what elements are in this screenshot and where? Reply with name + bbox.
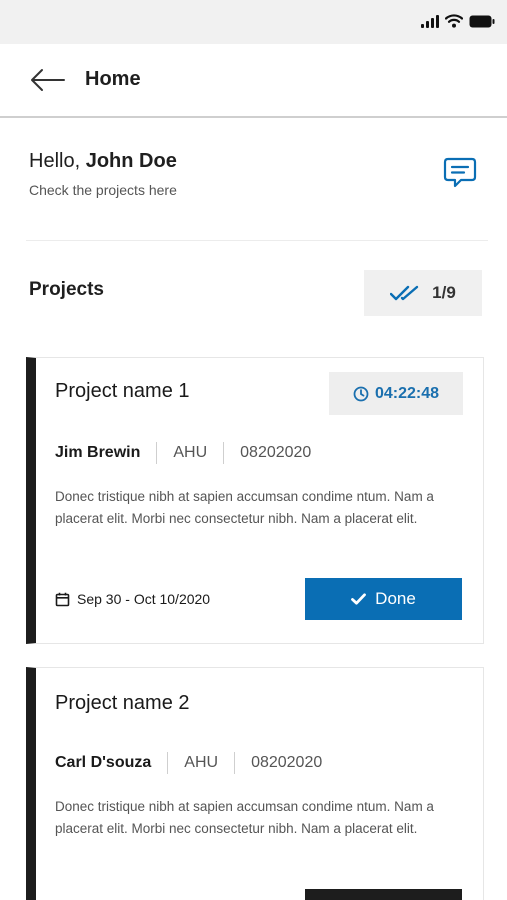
- projects-count-badge[interactable]: 1/9: [364, 270, 482, 316]
- divider: [26, 240, 488, 241]
- meta-separator: [156, 442, 158, 464]
- project-action-button[interactable]: [305, 889, 462, 900]
- greeting-hello: Hello,: [29, 150, 81, 172]
- project-card[interactable]: Project name 1 04:22:48 Jim Brewin AHU 0…: [26, 357, 484, 644]
- project-type: AHU: [173, 444, 208, 461]
- greeting: Hello, John Doe: [29, 150, 177, 173]
- meta-separator: [234, 752, 236, 774]
- battery-icon: [469, 15, 495, 27]
- project-card[interactable]: Project name 2 Carl D'souza AHU 08202020…: [26, 667, 484, 900]
- clock-icon: [353, 386, 369, 401]
- done-label: Done: [375, 589, 416, 608]
- project-type: AHU: [184, 754, 219, 771]
- project-name: Project name 1: [55, 380, 190, 402]
- project-meta: Jim Brewin AHU 08202020: [55, 442, 311, 464]
- project-description: Donec tristique nibh at sapien accumsan …: [55, 489, 434, 526]
- page-title: Home: [85, 68, 141, 90]
- status-icons: [421, 14, 495, 28]
- timer-value: 04:22:48: [374, 384, 440, 402]
- status-bar: [0, 0, 507, 44]
- calendar-icon: [55, 592, 70, 606]
- project-timer: 04:22:48: [329, 372, 463, 415]
- check-icon: [351, 593, 367, 605]
- user-name: John Doe: [85, 150, 177, 172]
- projects-count: 1/9: [432, 283, 456, 302]
- project-code: 08202020: [240, 444, 312, 461]
- back-arrow-icon[interactable]: [28, 66, 68, 94]
- double-check-icon: [390, 285, 419, 301]
- chat-icon[interactable]: [442, 156, 478, 190]
- project-dates: Sep 30 - Oct 10/2020: [55, 591, 210, 607]
- projects-title: Projects: [29, 279, 104, 300]
- meta-separator: [167, 752, 169, 774]
- wifi-icon: [445, 14, 463, 28]
- project-name: Project name 2: [55, 692, 190, 714]
- project-code: 08202020: [251, 754, 323, 771]
- project-person: Carl D'souza: [55, 754, 152, 771]
- project-meta: Carl D'souza AHU 08202020: [55, 752, 322, 774]
- signal-icon: [421, 14, 439, 28]
- greeting-subtitle: Check the projects here: [29, 182, 177, 198]
- date-range: Sep 30 - Oct 10/2020: [77, 591, 211, 607]
- app-header: Home: [0, 44, 507, 118]
- meta-separator: [223, 442, 225, 464]
- project-person: Jim Brewin: [55, 444, 141, 461]
- project-description: Donec tristique nibh at sapien accumsan …: [55, 799, 434, 836]
- done-button[interactable]: Done: [305, 578, 462, 620]
